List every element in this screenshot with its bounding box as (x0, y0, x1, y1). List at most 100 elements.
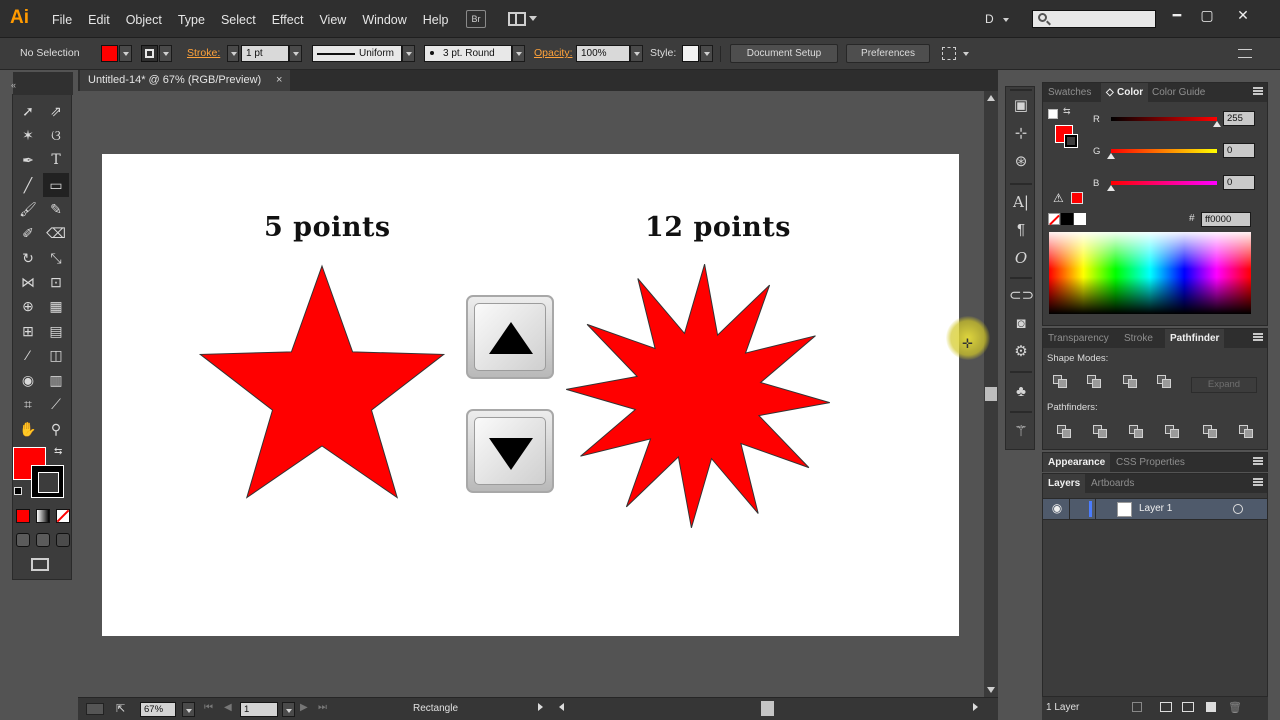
out-of-gamut-warning-icon[interactable]: ⚠ (1053, 191, 1064, 205)
draw-inside-icon[interactable] (56, 533, 70, 547)
close-tab-icon[interactable]: × (276, 70, 282, 91)
zoom-tool-icon[interactable]: ⚲ (43, 417, 69, 441)
menu-select[interactable]: Select (213, 11, 264, 29)
line-tool-icon[interactable]: ╱ (15, 173, 41, 197)
expand-button[interactable]: Expand (1191, 377, 1257, 393)
tab-color[interactable]: ◇ Color (1101, 83, 1149, 102)
width-tool-icon[interactable]: ⋈ (15, 270, 41, 294)
scroll-right-icon[interactable] (973, 703, 978, 711)
color-mode-icon[interactable] (16, 509, 30, 523)
slider-track-r[interactable] (1111, 117, 1217, 121)
search-input[interactable] (1051, 12, 1151, 26)
gradient-tool-icon[interactable]: ▤ (43, 319, 69, 343)
menu-object[interactable]: Object (118, 11, 170, 29)
exclude-icon[interactable] (1157, 375, 1173, 389)
gamut-color-swatch[interactable] (1071, 192, 1083, 204)
free-transform-tool-icon[interactable]: ⊡ (43, 270, 69, 294)
menu-window[interactable]: Window (354, 11, 414, 29)
blob-brush-tool-icon[interactable]: ✐ (15, 221, 41, 245)
image-trace-icon[interactable]: ◙ (1009, 313, 1033, 335)
share-icon[interactable]: ⇱ (116, 702, 125, 715)
fill-swatch[interactable] (101, 45, 118, 62)
opacity-field[interactable]: 100% (576, 45, 630, 62)
stroke-weight-field[interactable]: 1 pt (241, 45, 289, 62)
minimize-button[interactable]: ━ (1166, 6, 1188, 24)
none-swatch-icon[interactable] (1048, 213, 1060, 226)
crop-icon[interactable] (1165, 425, 1181, 439)
slider-track-b[interactable] (1111, 181, 1217, 185)
rotate-tool-icon[interactable]: ↻ (15, 246, 41, 270)
tab-pathfinder[interactable]: Pathfinder (1165, 329, 1225, 348)
swap-fill-stroke-icon[interactable]: ⇆ (54, 446, 62, 457)
panel-icon[interactable]: ▣ (1009, 95, 1033, 117)
tab-swatches[interactable]: Swatches (1043, 83, 1096, 102)
brush-dropdown[interactable] (512, 45, 525, 62)
perspective-grid-tool-icon[interactable]: ▦ (43, 294, 69, 318)
value-field-b[interactable]: 0 (1223, 175, 1255, 190)
panel-menu-icon[interactable] (1253, 478, 1263, 486)
divide-icon[interactable] (1057, 425, 1073, 439)
stroke-label[interactable]: Stroke: (187, 47, 220, 59)
pencil-tool-icon[interactable]: ✎ (43, 197, 69, 221)
tab-artboards[interactable]: Artboards (1086, 474, 1139, 493)
trash-icon[interactable]: 🗑 (1228, 701, 1242, 714)
last-artboard-icon[interactable]: ⏭ (318, 702, 327, 713)
symbol-sprayer-tool-icon[interactable]: ◉ (15, 368, 41, 392)
default-colors-icon[interactable] (14, 487, 22, 495)
minus-back-icon[interactable] (1239, 425, 1255, 439)
paintbrush-tool-icon[interactable]: 🖌 (15, 197, 41, 221)
menu-effect[interactable]: Effect (264, 11, 312, 29)
create-sublayer-icon[interactable] (1182, 702, 1194, 712)
opacity-dropdown[interactable] (630, 45, 643, 62)
twelve-point-star[interactable] (558, 256, 838, 536)
artboard-tool-icon[interactable]: ⌗ (15, 392, 41, 416)
chevron-down-icon[interactable] (963, 52, 969, 56)
black-swatch[interactable] (1061, 213, 1073, 225)
canvas-area[interactable]: 5 points 12 points (78, 91, 984, 697)
none-mode-icon[interactable] (56, 509, 70, 523)
visibility-eye-icon[interactable]: ◉ (1047, 501, 1067, 517)
artboard-number-field[interactable]: 1 (240, 702, 278, 717)
stroke-swatch[interactable] (141, 45, 158, 62)
scroll-thumb[interactable] (985, 387, 997, 401)
white-swatch[interactable] (1074, 213, 1086, 225)
lasso-tool-icon[interactable]: ଓ (43, 123, 69, 147)
document-tab[interactable]: Untitled-14* @ 67% (RGB/Preview) × (80, 70, 290, 91)
slider-r[interactable]: R 255 (1047, 111, 1263, 129)
gradient-mode-icon[interactable] (36, 509, 50, 523)
next-artboard-icon[interactable]: ▶ (300, 702, 308, 713)
mesh-tool-icon[interactable]: ⊞ (15, 319, 41, 343)
menu-type[interactable]: Type (170, 11, 213, 29)
tab-transparency[interactable]: Transparency (1043, 329, 1114, 348)
collapse-icon[interactable]: « (11, 80, 16, 90)
slider-b[interactable]: B 0 (1047, 175, 1263, 193)
brush-definition[interactable]: 3 pt. Round (424, 45, 512, 62)
value-field-g[interactable]: 0 (1223, 143, 1255, 158)
transform-icon[interactable]: ⊹ (1009, 123, 1033, 145)
panel-menu-icon[interactable] (1253, 87, 1263, 95)
paragraph-icon[interactable]: ¶ (1009, 219, 1033, 241)
symbols-icon[interactable]: ♣ (1009, 381, 1033, 403)
draw-normal-icon[interactable] (16, 533, 30, 547)
hand-tool-icon[interactable]: ✋ (15, 417, 41, 441)
tab-css-properties[interactable]: CSS Properties (1111, 453, 1190, 472)
tab-stroke[interactable]: Stroke (1119, 329, 1158, 348)
intersect-icon[interactable] (1123, 375, 1139, 389)
layer-name[interactable]: Layer 1 (1139, 503, 1172, 514)
selection-tool-icon[interactable]: ➚ (15, 99, 41, 123)
panel-menu-icon[interactable] (1253, 333, 1263, 341)
trim-icon[interactable] (1093, 425, 1109, 439)
menu-view[interactable]: View (311, 11, 354, 29)
merge-icon[interactable] (1129, 425, 1145, 439)
target-icon[interactable] (1233, 504, 1243, 514)
slider-thumb-b[interactable] (1107, 185, 1115, 191)
links-icon[interactable]: ⊂⊃ (1009, 285, 1034, 307)
slice-tool-icon[interactable]: ⟋ (43, 392, 69, 416)
stroke-dropdown[interactable] (159, 45, 172, 62)
create-new-layer-icon[interactable] (1206, 702, 1216, 712)
arrange-documents-button[interactable] (506, 10, 537, 28)
locate-object-icon[interactable] (1132, 702, 1142, 712)
document-setup-button[interactable]: Document Setup (730, 44, 838, 63)
menu-file[interactable]: File (44, 11, 80, 29)
close-button[interactable]: ✕ (1232, 6, 1254, 24)
